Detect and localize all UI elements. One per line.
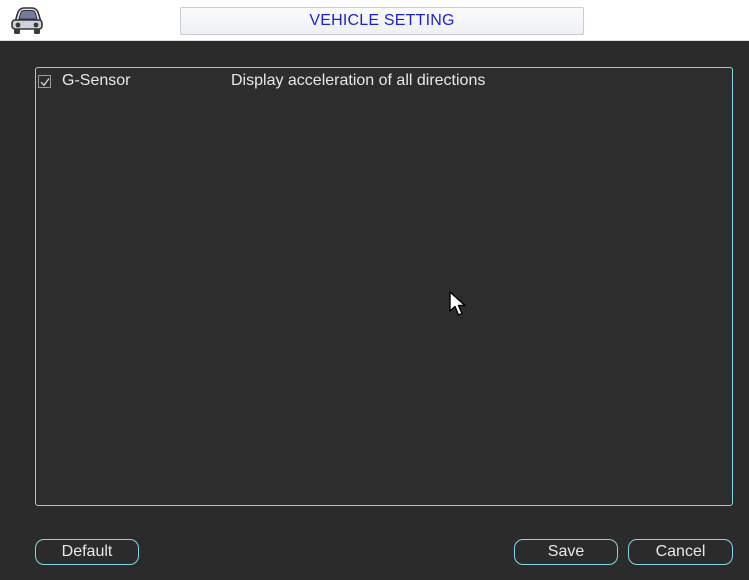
car-icon [8, 2, 46, 36]
g-sensor-description: Display acceleration of all directions [231, 72, 486, 89]
g-sensor-row: G-Sensor Display acceleration of all dir… [36, 68, 732, 94]
default-button[interactable]: Default [35, 539, 139, 565]
g-sensor-checkbox[interactable] [38, 75, 51, 88]
cancel-button[interactable]: Cancel [628, 539, 733, 565]
g-sensor-label[interactable]: G-Sensor [62, 72, 130, 90]
mouse-pointer-icon [449, 291, 469, 319]
settings-panel: G-Sensor Display acceleration of all dir… [35, 67, 733, 506]
vehicle-setting-window: VEHICLE SETTING G-Sensor Display acceler… [0, 0, 749, 580]
checkmark-icon [40, 78, 50, 87]
window-title: VEHICLE SETTING [180, 7, 584, 35]
save-button[interactable]: Save [514, 539, 618, 565]
title-bar: VEHICLE SETTING [0, 0, 749, 41]
